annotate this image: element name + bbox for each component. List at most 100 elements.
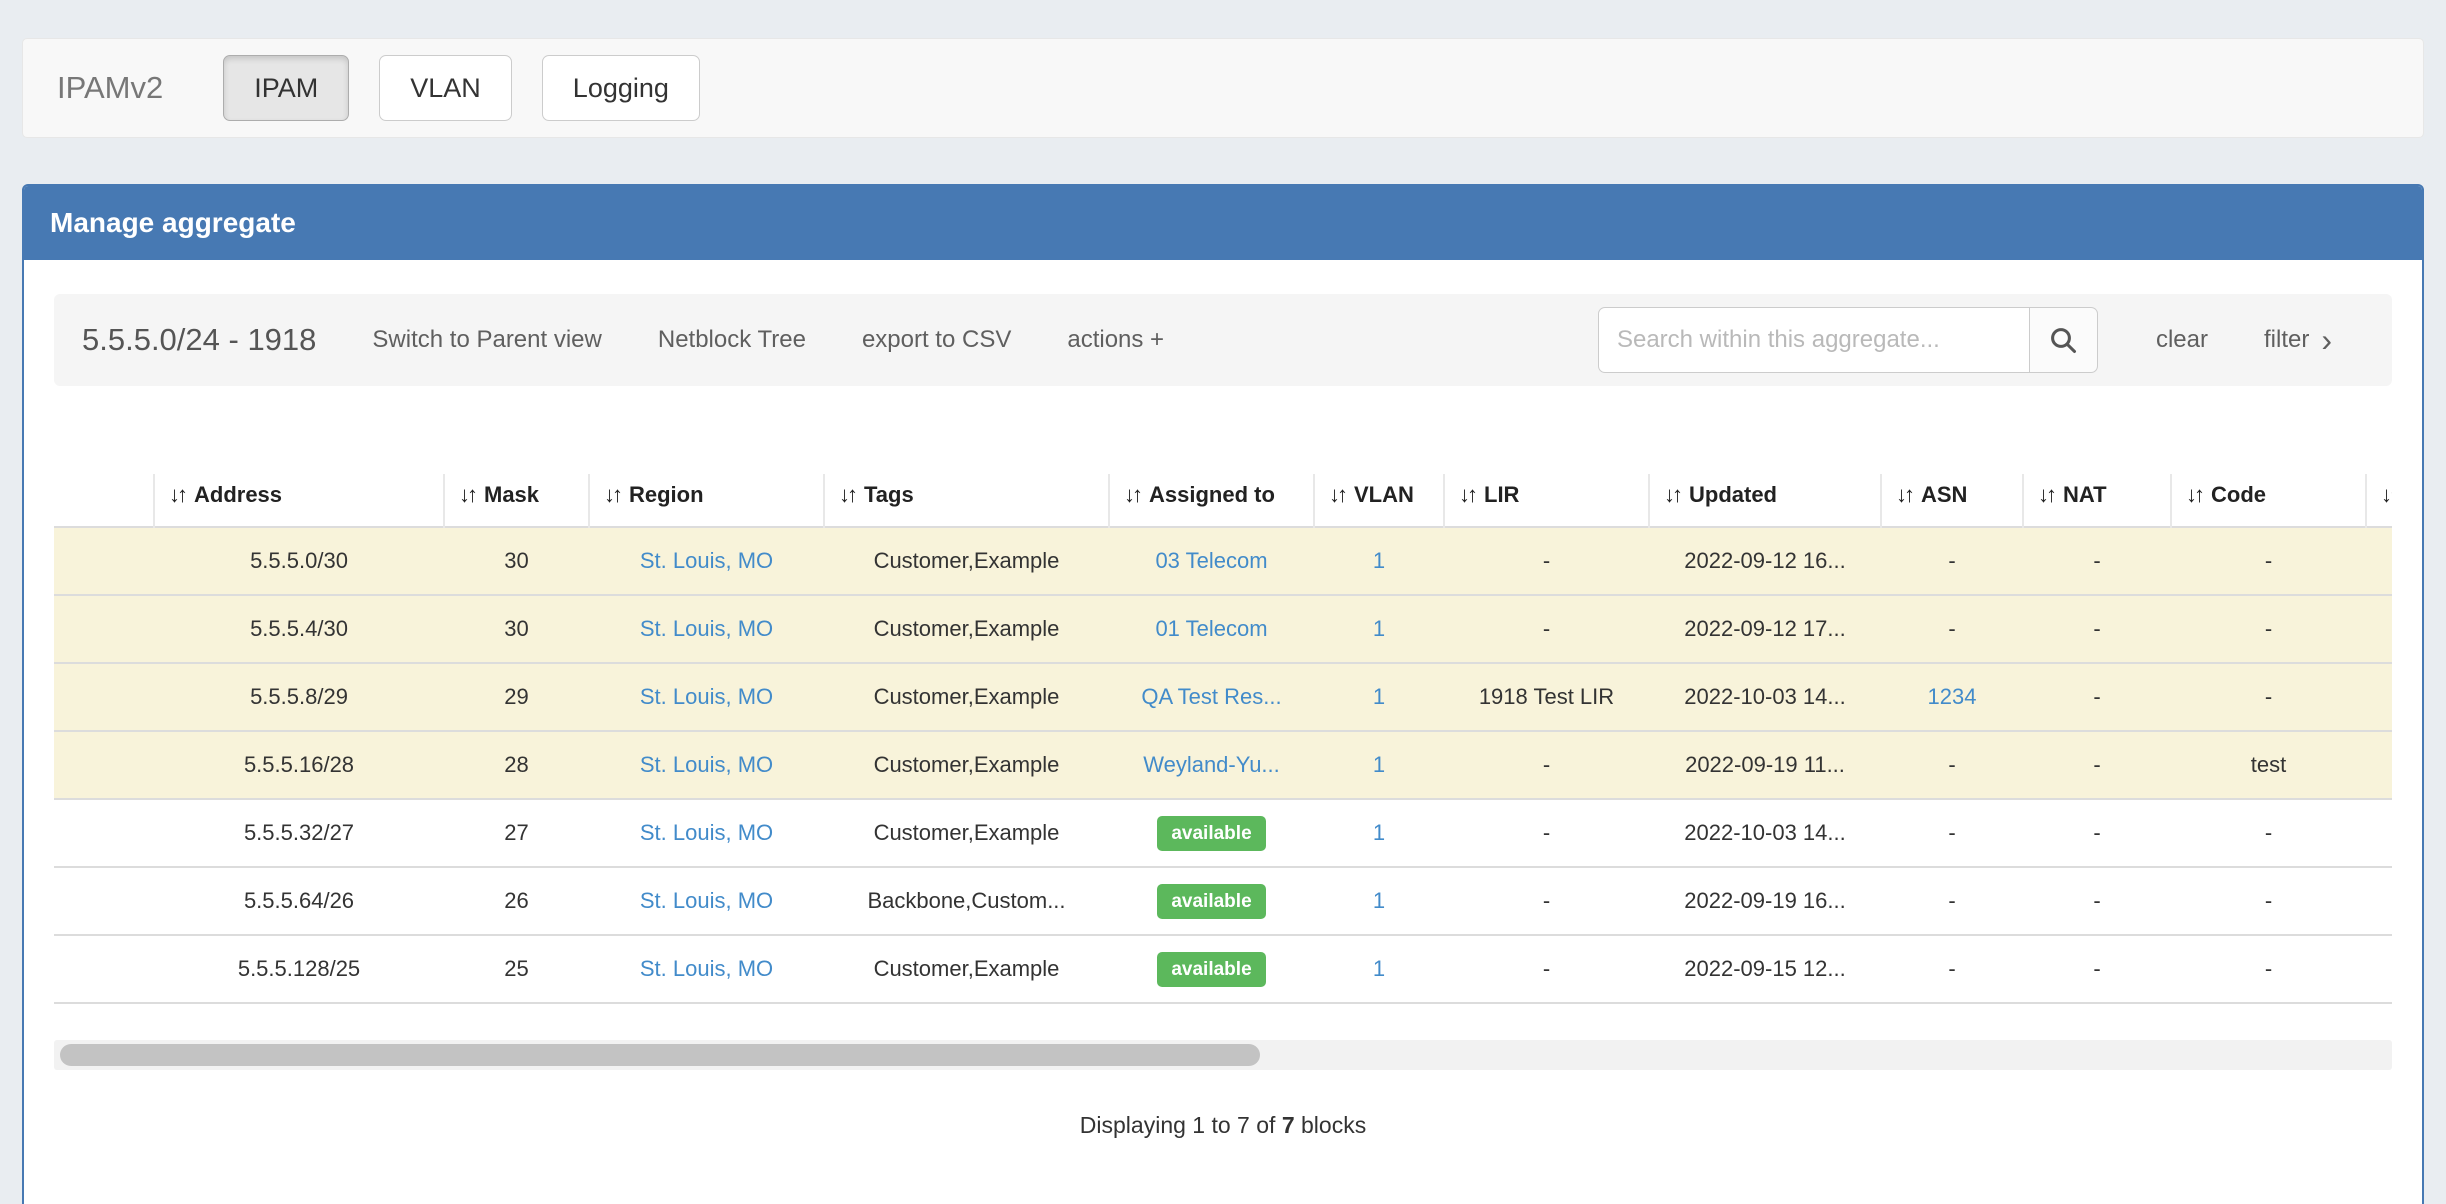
column-header-nat[interactable]: ↓↑NAT: [2023, 474, 2171, 527]
vlan-link[interactable]: 1: [1373, 956, 1385, 981]
column-header-label: LIR: [1484, 482, 1519, 507]
column-header-vlan[interactable]: ↓↑VLAN: [1314, 474, 1444, 527]
cell-updated: 2022-09-12 16...: [1649, 527, 1881, 595]
cell-clipped: [2366, 799, 2392, 867]
assigned-to-link[interactable]: Weyland-Yu...: [1143, 752, 1280, 777]
cell-lir: -: [1444, 867, 1649, 935]
cell-assigned-to: QA Test Res...: [1109, 663, 1314, 731]
column-header-assigned-to[interactable]: ↓↑ Assigned to: [1109, 474, 1314, 527]
column-header-address[interactable]: ↓↑Address: [154, 474, 444, 527]
vlan-link[interactable]: 1: [1373, 820, 1385, 845]
cell-updated: 2022-09-15 12...: [1649, 935, 1881, 1003]
region-link[interactable]: St. Louis, MO: [640, 956, 773, 981]
chevron-right-icon: ›: [2321, 324, 2332, 356]
sort-icon: ↓↑: [839, 482, 855, 507]
row-expander-cell: [54, 663, 154, 731]
manage-aggregate-panel: Manage aggregate 5.5.5.0/24 - 1918 Switc…: [22, 184, 2424, 1204]
table-row[interactable]: 5.5.5.4/3030St. Louis, MOCustomer,Exampl…: [54, 595, 2392, 663]
column-header-label: Assigned to: [1149, 482, 1275, 507]
cell-mask: 30: [444, 527, 589, 595]
cell-code: -: [2171, 935, 2366, 1003]
column-header-lir[interactable]: ↓↑LIR: [1444, 474, 1649, 527]
table-row[interactable]: 5.5.5.128/2525St. Louis, MOCustomer,Exam…: [54, 935, 2392, 1003]
column-header-label: Address: [194, 482, 282, 507]
cell-updated: 2022-10-03 14...: [1649, 663, 1881, 731]
cell-address: 5.5.5.128/25: [154, 935, 444, 1003]
cell-address: 5.5.5.8/29: [154, 663, 444, 731]
cell-lir: -: [1444, 527, 1649, 595]
tab-ipam[interactable]: IPAM: [223, 55, 349, 121]
cell-mask: 30: [444, 595, 589, 663]
table-row[interactable]: 5.5.5.0/3030St. Louis, MOCustomer,Exampl…: [54, 527, 2392, 595]
search-input[interactable]: [1598, 307, 2030, 373]
clear-link[interactable]: clear: [2156, 326, 2208, 354]
region-link[interactable]: St. Louis, MO: [640, 548, 773, 573]
column-header-updated[interactable]: ↓↑ Updated: [1649, 474, 1881, 527]
assigned-to-link[interactable]: QA Test Res...: [1141, 684, 1281, 709]
cell-lir: -: [1444, 935, 1649, 1003]
switch-parent-view-link[interactable]: Switch to Parent view: [372, 326, 601, 354]
cell-assigned-to: Weyland-Yu...: [1109, 731, 1314, 799]
sort-icon: ↓↑: [1124, 482, 1140, 507]
row-expander-cell: [54, 799, 154, 867]
column-header-clipped[interactable]: ↓↑: [2366, 474, 2392, 527]
cell-address: 5.5.5.64/26: [154, 867, 444, 935]
table-row[interactable]: 5.5.5.64/2626St. Louis, MOBackbone,Custo…: [54, 867, 2392, 935]
cell-asn: -: [1881, 935, 2023, 1003]
cell-nat: -: [2023, 731, 2171, 799]
vlan-link[interactable]: 1: [1373, 548, 1385, 573]
actions-menu-link[interactable]: actions +: [1067, 326, 1164, 354]
assigned-to-link[interactable]: 03 Telecom: [1155, 548, 1267, 573]
column-header-region[interactable]: ↓↑Region: [589, 474, 824, 527]
column-header-tags[interactable]: ↓↑Tags: [824, 474, 1109, 527]
tab-logging[interactable]: Logging: [542, 55, 700, 121]
cell-tags: Customer,Example: [824, 663, 1109, 731]
region-link[interactable]: St. Louis, MO: [640, 684, 773, 709]
sort-icon: ↓↑: [1664, 482, 1680, 507]
column-header-label: Updated: [1689, 482, 1777, 507]
search-icon: [2047, 324, 2079, 356]
cell-clipped: [2366, 527, 2392, 595]
pagination-status-suffix: blocks: [1295, 1112, 1367, 1138]
column-header-code[interactable]: ↓↑Code: [2171, 474, 2366, 527]
cell-asn: -: [1881, 799, 2023, 867]
column-header-asn[interactable]: ↓↑ASN: [1881, 474, 2023, 527]
horizontal-scrollbar-thumb[interactable]: [60, 1044, 1260, 1066]
vlan-link[interactable]: 1: [1373, 684, 1385, 709]
region-link[interactable]: St. Louis, MO: [640, 888, 773, 913]
filter-link[interactable]: filter ›: [2264, 324, 2332, 356]
cell-nat: -: [2023, 935, 2171, 1003]
horizontal-scrollbar-track[interactable]: [54, 1040, 2392, 1070]
vlan-link[interactable]: 1: [1373, 888, 1385, 913]
tab-vlan[interactable]: VLAN: [379, 55, 512, 121]
cell-clipped: [2366, 935, 2392, 1003]
region-link[interactable]: St. Louis, MO: [640, 616, 773, 641]
cell-vlan: 1: [1314, 527, 1444, 595]
table-row[interactable]: 5.5.5.16/2828St. Louis, MOCustomer,Examp…: [54, 731, 2392, 799]
cell-code: -: [2171, 799, 2366, 867]
cell-address: 5.5.5.32/27: [154, 799, 444, 867]
cell-assigned-to: available: [1109, 867, 1314, 935]
asn-link[interactable]: 1234: [1928, 684, 1977, 709]
cell-clipped: [2366, 663, 2392, 731]
region-link[interactable]: St. Louis, MO: [640, 820, 773, 845]
table-row[interactable]: 5.5.5.32/2727St. Louis, MOCustomer,Examp…: [54, 799, 2392, 867]
sort-icon: ↓↑: [2038, 482, 2054, 507]
search-button[interactable]: [2030, 307, 2098, 373]
cell-assigned-to: 03 Telecom: [1109, 527, 1314, 595]
cell-region: St. Louis, MO: [589, 799, 824, 867]
assigned-to-link[interactable]: 01 Telecom: [1155, 616, 1267, 641]
vlan-link[interactable]: 1: [1373, 616, 1385, 641]
export-csv-link[interactable]: export to CSV: [862, 326, 1011, 354]
column-header-label: Mask: [484, 482, 539, 507]
region-link[interactable]: St. Louis, MO: [640, 752, 773, 777]
cell-clipped: [2366, 867, 2392, 935]
vlan-link[interactable]: 1: [1373, 752, 1385, 777]
table-row[interactable]: 5.5.5.8/2929St. Louis, MOCustomer,Exampl…: [54, 663, 2392, 731]
cell-nat: -: [2023, 527, 2171, 595]
cell-lir: -: [1444, 731, 1649, 799]
netblock-tree-link[interactable]: Netblock Tree: [658, 326, 806, 354]
column-header-mask[interactable]: ↓↑Mask: [444, 474, 589, 527]
cell-asn: -: [1881, 731, 2023, 799]
sort-icon: ↓↑: [2186, 482, 2202, 507]
